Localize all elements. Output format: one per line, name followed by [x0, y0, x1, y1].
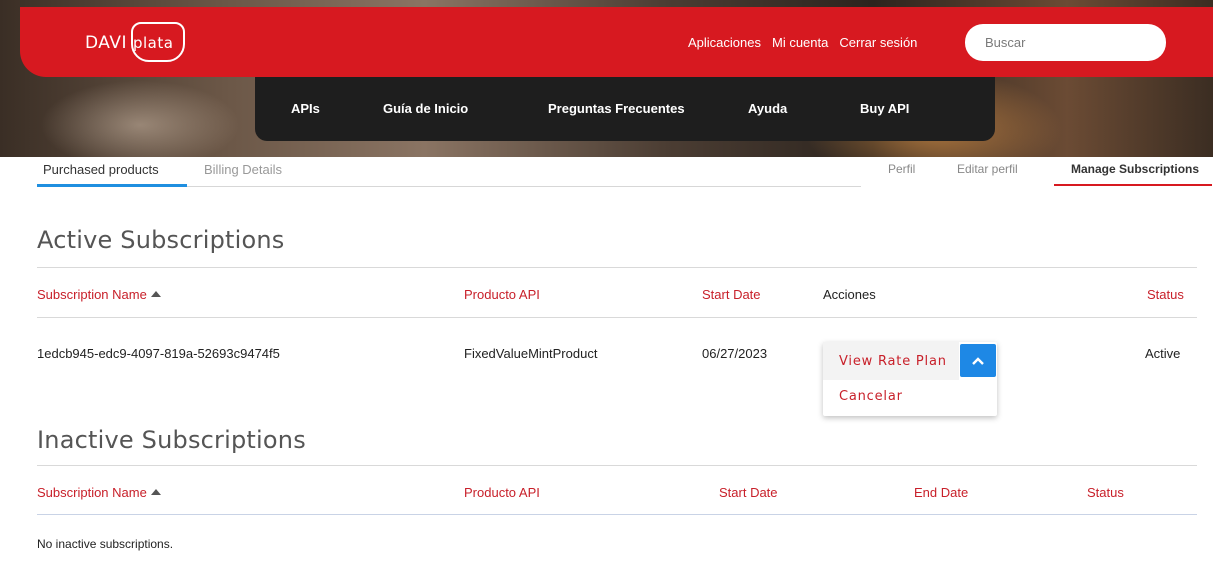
- daviplata-logo[interactable]: DAVI plata: [85, 22, 185, 62]
- column-header-producto-api[interactable]: Producto API: [464, 485, 540, 500]
- nav-item-buy-api[interactable]: Buy API: [860, 101, 909, 116]
- main-nav: APIs Guía de Inicio Preguntas Frecuentes…: [255, 77, 995, 141]
- column-header-label: Subscription Name: [37, 287, 147, 302]
- column-header-end-date[interactable]: End Date: [914, 485, 968, 500]
- active-subscriptions-title: Active Subscriptions: [37, 226, 285, 254]
- tab-manage-subscriptions[interactable]: Manage Subscriptions: [1071, 162, 1199, 176]
- column-header-acciones: Acciones: [823, 287, 876, 302]
- inactive-title-rule: [37, 465, 1197, 466]
- column-header-subscription-name[interactable]: Subscription Name: [37, 485, 161, 500]
- header-links: Aplicaciones Mi cuenta Cerrar sesión: [688, 35, 917, 50]
- cancelar-button[interactable]: Cancelar: [839, 389, 903, 404]
- column-header-status[interactable]: Status: [1087, 485, 1124, 500]
- tab-perfil[interactable]: Perfil: [888, 162, 915, 176]
- logo-text: DAVI plata: [85, 33, 174, 53]
- active-header-rule: [37, 317, 1197, 318]
- tab-purchased-products[interactable]: Purchased products: [43, 162, 159, 177]
- tab-active-indicator: [37, 184, 187, 187]
- link-aplicaciones[interactable]: Aplicaciones: [688, 35, 761, 50]
- nav-item-apis[interactable]: APIs: [291, 101, 320, 116]
- chevron-up-icon: [972, 356, 984, 365]
- tab-editar-perfil[interactable]: Editar perfil: [957, 162, 1018, 176]
- inactive-subscriptions-title: Inactive Subscriptions: [37, 426, 306, 454]
- link-mi-cuenta[interactable]: Mi cuenta: [772, 35, 828, 50]
- actions-dropdown: View Rate Plan Cancelar: [823, 342, 997, 416]
- column-header-label: Subscription Name: [37, 485, 147, 500]
- actions-toggle-button[interactable]: [960, 344, 996, 377]
- start-date-cell: 06/27/2023: [702, 346, 768, 361]
- nav-item-preguntas-frecuentes[interactable]: Preguntas Frecuentes: [548, 101, 685, 116]
- empty-state-message: No inactive subscriptions.: [37, 537, 174, 551]
- profile-tab-active-indicator: [1054, 184, 1212, 186]
- column-header-start-date[interactable]: Start Date: [702, 287, 761, 302]
- column-header-status[interactable]: Status: [1147, 287, 1184, 302]
- column-header-producto-api[interactable]: Producto API: [464, 287, 540, 302]
- hero-background-glow: [40, 80, 240, 157]
- sort-ascending-icon: [150, 291, 161, 297]
- link-cerrar-sesion[interactable]: Cerrar sesión: [839, 35, 917, 50]
- inactive-header-rule: [37, 514, 1197, 515]
- tab-billing-details[interactable]: Billing Details: [204, 162, 282, 177]
- product-cell: FixedValueMintProduct: [464, 346, 598, 361]
- nav-item-ayuda[interactable]: Ayuda: [748, 101, 787, 116]
- search-input[interactable]: [965, 24, 1166, 61]
- nav-item-guia-de-inicio[interactable]: Guía de Inicio: [383, 101, 468, 116]
- active-title-rule: [37, 267, 1197, 268]
- column-header-start-date[interactable]: Start Date: [719, 485, 778, 500]
- subscription-name-cell: 1edcb945-edc9-4097-819a-52693c9474f5: [37, 346, 280, 361]
- sort-ascending-icon: [150, 489, 161, 495]
- column-header-subscription-name[interactable]: Subscription Name: [37, 287, 161, 302]
- hero-banner: DAVI plata Aplicaciones Mi cuenta Cerrar …: [0, 0, 1213, 157]
- status-cell: Active: [1145, 346, 1181, 361]
- view-rate-plan-button[interactable]: View Rate Plan: [823, 342, 959, 380]
